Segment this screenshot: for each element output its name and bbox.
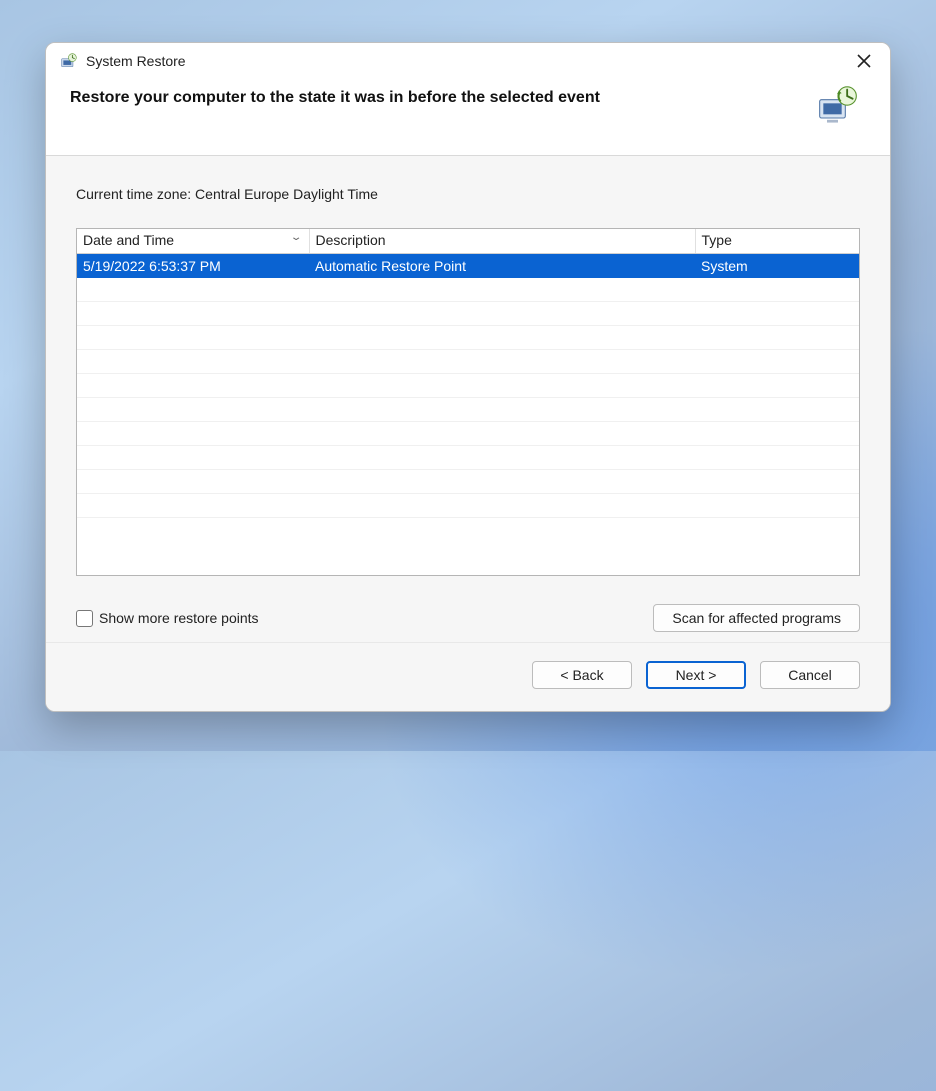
show-more-restore-points-checkbox[interactable]: Show more restore points — [76, 610, 259, 627]
cell-description: Automatic Restore Point — [309, 254, 695, 278]
column-date-header[interactable]: Date and Time ⌄ — [77, 229, 309, 254]
cell-type: System — [695, 254, 859, 278]
system-restore-dialog: System Restore Restore your computer to … — [45, 42, 891, 712]
back-button[interactable]: < Back — [532, 661, 632, 689]
table-row-empty — [77, 350, 859, 374]
restore-points-table[interactable]: Date and Time ⌄ Description Type 5/19/20… — [76, 228, 860, 576]
sort-indicator-icon: ⌄ — [290, 232, 303, 243]
table-row-empty — [77, 374, 859, 398]
timezone-label: Current time zone: Central Europe Daylig… — [76, 186, 860, 202]
system-restore-icon — [60, 52, 78, 70]
wizard-header: Restore your computer to the state it wa… — [46, 79, 890, 156]
next-button[interactable]: Next > — [646, 661, 746, 689]
table-row-empty — [77, 278, 859, 302]
page-title: Restore your computer to the state it wa… — [70, 85, 600, 107]
checkbox-box — [76, 610, 93, 627]
cancel-button[interactable]: Cancel — [760, 661, 860, 689]
column-type-header[interactable]: Type — [695, 229, 859, 254]
table-row-empty — [77, 494, 859, 518]
system-restore-large-icon — [816, 85, 860, 125]
table-header-row: Date and Time ⌄ Description Type — [77, 229, 859, 254]
close-button[interactable] — [850, 47, 878, 75]
table-row[interactable]: 5/19/2022 6:53:37 PMAutomatic Restore Po… — [77, 254, 859, 278]
table-row-empty — [77, 422, 859, 446]
table-row-empty — [77, 446, 859, 470]
column-description-header[interactable]: Description — [309, 229, 695, 254]
column-date-label: Date and Time — [83, 232, 174, 248]
table-row-empty — [77, 302, 859, 326]
wizard-body: Current time zone: Central Europe Daylig… — [46, 156, 890, 642]
table-row-empty — [77, 470, 859, 494]
column-description-label: Description — [316, 232, 386, 248]
cell-date: 5/19/2022 6:53:37 PM — [77, 254, 309, 278]
scan-affected-programs-button[interactable]: Scan for affected programs — [653, 604, 860, 632]
window-title: System Restore — [86, 53, 186, 69]
close-icon — [857, 54, 871, 68]
table-row-empty — [77, 398, 859, 422]
titlebar: System Restore — [46, 43, 890, 79]
show-more-label: Show more restore points — [99, 610, 259, 626]
table-row-empty — [77, 326, 859, 350]
wizard-footer: < Back Next > Cancel — [46, 642, 890, 711]
column-type-label: Type — [702, 232, 732, 248]
